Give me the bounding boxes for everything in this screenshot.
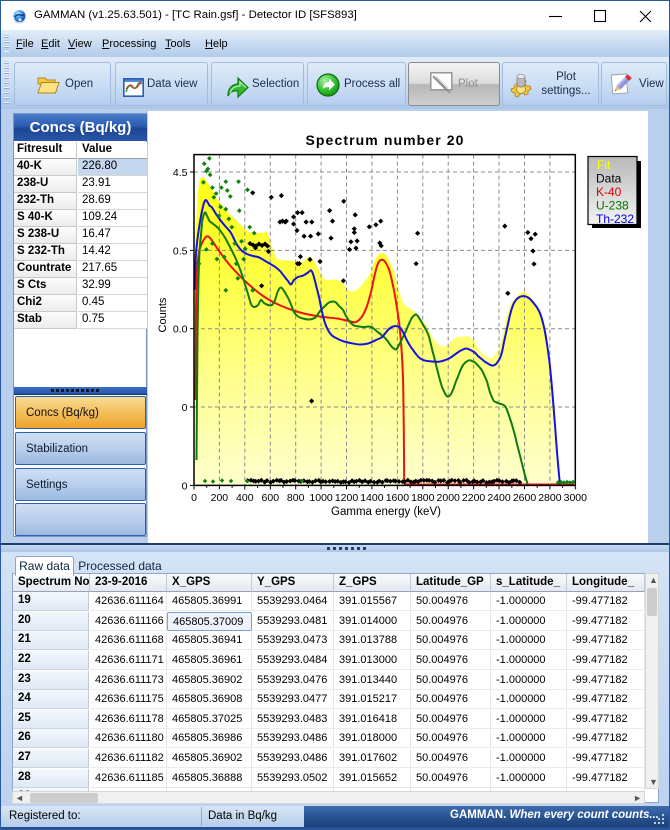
svg-text:2800: 2800	[538, 492, 562, 504]
svg-text:0: 0	[182, 480, 188, 492]
svg-text:0: 0	[182, 402, 188, 414]
svg-text:Th-232: Th-232	[596, 212, 634, 226]
svg-text:1200: 1200	[335, 492, 359, 504]
svg-text:2600: 2600	[513, 492, 537, 504]
svg-text:1400: 1400	[360, 492, 384, 504]
svg-text:1800: 1800	[411, 492, 435, 504]
svg-text:Counts: Counts	[157, 297, 169, 332]
svg-text:U-238: U-238	[596, 199, 629, 213]
svg-text:4.5: 4.5	[173, 167, 188, 179]
svg-text:0.5: 0.5	[173, 245, 188, 257]
svg-text:2400: 2400	[487, 492, 511, 504]
svg-text:Spectrum number 20: Spectrum number 20	[305, 132, 464, 148]
svg-text:3000: 3000	[564, 492, 588, 504]
svg-text:Gamma energy (keV): Gamma energy (keV)	[331, 506, 441, 518]
svg-text:0.0: 0.0	[173, 324, 188, 336]
svg-text:1000: 1000	[309, 492, 333, 504]
svg-text:0: 0	[191, 492, 197, 504]
svg-text:Fit: Fit	[597, 158, 611, 172]
svg-text:400: 400	[236, 492, 254, 504]
svg-text:1600: 1600	[386, 492, 410, 504]
svg-text:800: 800	[287, 492, 305, 504]
svg-text:K-40: K-40	[596, 185, 622, 199]
svg-text:2000: 2000	[437, 492, 461, 504]
svg-text:200: 200	[211, 492, 229, 504]
svg-text:600: 600	[262, 492, 280, 504]
svg-text:Data: Data	[596, 172, 622, 186]
svg-text:2200: 2200	[462, 492, 486, 504]
